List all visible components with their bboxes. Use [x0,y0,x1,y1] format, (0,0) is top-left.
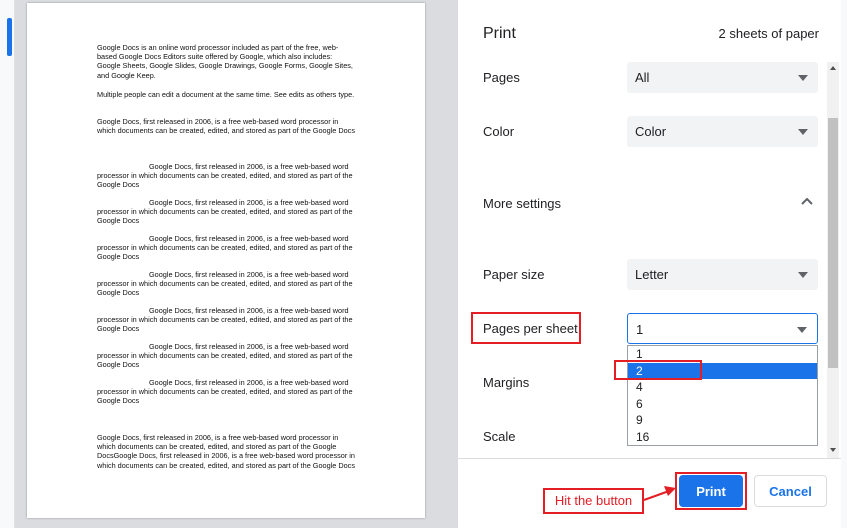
pages-per-sheet-option[interactable]: 4 [628,379,817,395]
doc-paragraph: Google Docs, first released in 2006, is … [97,162,353,190]
sheets-count: 2 sheets of paper [718,26,819,41]
color-select[interactable]: Color [627,116,818,147]
doc-paragraph: Google Docs, first released in 2006, is … [97,433,355,470]
pages-label: Pages [483,70,520,85]
print-button-highlight [675,472,747,510]
pages-per-sheet-option[interactable]: 16 [628,429,817,445]
pages-select-value: All [635,70,650,85]
chevron-down-icon [798,75,808,81]
right-edge [841,0,847,528]
print-settings-panel: Print 2 sheets of paper Pages All Color … [458,0,841,528]
doc-paragraph: Google Docs, first released in 2006, is … [97,117,355,136]
more-settings-label[interactable]: More settings [483,196,561,211]
panel-divider [458,458,841,459]
paper-size-label: Paper size [483,267,545,282]
chevron-up-icon[interactable] [798,193,816,211]
doc-paragraph: Google Docs, first released in 2006, is … [97,198,353,226]
color-select-value: Color [635,124,667,139]
doc-paragraph: Google Docs, first released in 2006, is … [97,270,353,298]
doc-paragraph: Google Docs, first released in 2006, is … [97,306,353,334]
chevron-down-icon [798,129,808,135]
preview-page: Google Docs is an online word processor … [27,3,425,518]
left-accent [7,18,12,56]
scroll-up-icon[interactable] [830,66,836,70]
annotation-label: Hit the button [543,488,644,514]
paper-size-select-value: Letter [635,267,669,282]
color-label: Color [483,124,515,139]
doc-paragraph: Google Docs, first released in 2006, is … [97,378,353,406]
margins-label: Margins [483,375,530,390]
pages-per-sheet-option[interactable]: 9 [628,412,817,428]
left-strip [0,0,15,528]
chevron-down-icon [798,272,808,278]
scroll-down-icon[interactable] [830,448,836,452]
pages-per-sheet-select[interactable]: 1 [627,313,818,344]
scale-label: Scale [483,429,516,444]
paper-size-select[interactable]: Letter [627,259,818,290]
cancel-button[interactable]: Cancel [754,475,827,507]
pages-select[interactable]: All [627,62,818,93]
option-2-highlight [614,360,702,380]
doc-paragraph: Google Docs, first released in 2006, is … [97,342,353,370]
doc-paragraph: Google Docs, first released in 2006, is … [97,234,353,262]
doc-paragraph: Multiple people can edit a document at t… [97,90,355,99]
pages-per-sheet-select-value: 1 [636,322,644,337]
pages-per-sheet-option[interactable]: 6 [628,396,817,412]
chevron-down-icon [797,327,807,333]
print-preview-area: Google Docs is an online word processor … [0,0,458,528]
pages-per-sheet-highlight [471,312,581,344]
print-header: Print 2 sheets of paper [458,0,841,62]
doc-paragraph: Google Docs is an online word processor … [97,43,353,80]
scrollbar-thumb[interactable] [828,118,838,368]
print-title: Print [483,25,516,42]
